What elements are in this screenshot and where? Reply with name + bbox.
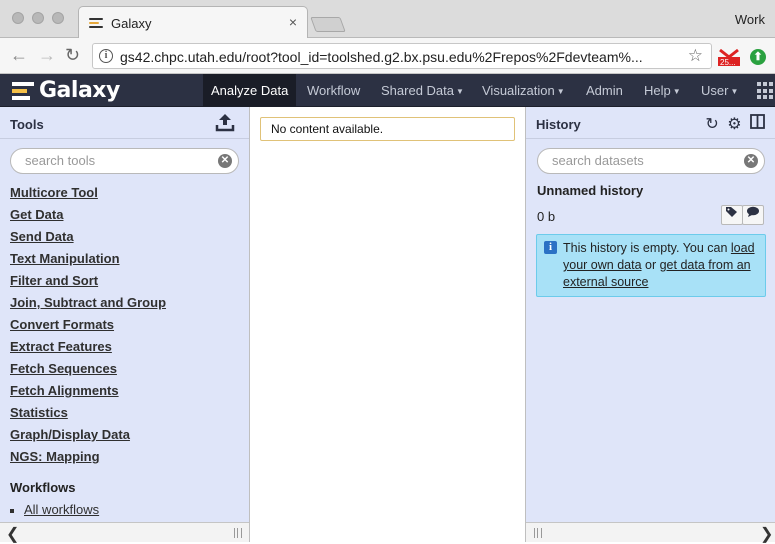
info-icon: i bbox=[544, 241, 557, 254]
scroll-right-icon[interactable]: ❯ bbox=[760, 524, 773, 544]
nav-admin[interactable]: Admin bbox=[578, 74, 631, 107]
tool-section-filter-and-sort[interactable]: Filter and Sort bbox=[10, 270, 166, 292]
tool-section-convert-formats[interactable]: Convert Formats bbox=[10, 314, 166, 336]
gmail-badge-count: 25... bbox=[720, 58, 736, 66]
dataset-search-box: ✕ bbox=[537, 148, 765, 174]
chevron-down-icon: ▼ bbox=[672, 87, 681, 97]
refresh-icon[interactable]: ↻ bbox=[705, 117, 718, 133]
nav-visualization[interactable]: Visualization ▼ bbox=[474, 74, 573, 107]
tool-search-input[interactable] bbox=[25, 153, 205, 168]
galaxy-masthead: Galaxy Analyze Data Workflow Shared Data… bbox=[0, 74, 775, 107]
upload-extension-icon[interactable]: ⬆ bbox=[750, 49, 766, 65]
address-bar[interactable]: i gs42.chpc.utah.edu/root?tool_id=toolsh… bbox=[92, 43, 712, 69]
back-arrow-icon[interactable]: ← bbox=[10, 46, 28, 64]
minimize-window-button[interactable] bbox=[32, 12, 44, 24]
nav-workflow[interactable]: Workflow bbox=[299, 74, 368, 107]
no-content-message: No content available. bbox=[260, 117, 515, 141]
tool-section-multicore-tool[interactable]: Multicore Tool bbox=[10, 182, 166, 204]
history-name[interactable]: Unnamed history bbox=[537, 183, 643, 198]
history-panel: History ↻ ⚙ ✕ Unnamed history 0 b i This… bbox=[525, 107, 775, 544]
chevron-down-icon: ▼ bbox=[456, 87, 464, 97]
all-workflows-link[interactable]: All workflows bbox=[24, 502, 99, 517]
history-size: 0 b bbox=[537, 209, 556, 224]
tool-search-box: ✕ bbox=[10, 148, 239, 174]
tools-title: Tools bbox=[10, 117, 44, 132]
resize-grip-icon[interactable] bbox=[534, 528, 542, 538]
tools-panel: Tools ✕ Multicore Tool Get Data Send Dat… bbox=[0, 107, 250, 544]
center-panel: No content available. bbox=[250, 107, 525, 542]
site-info-icon[interactable]: i bbox=[99, 49, 113, 63]
dataset-search-input[interactable] bbox=[552, 153, 732, 168]
nav-shared-data[interactable]: Shared Data ▼ bbox=[373, 74, 472, 107]
history-title: History bbox=[536, 117, 581, 132]
tool-section-extract-features[interactable]: Extract Features bbox=[10, 336, 166, 358]
history-header: History ↻ ⚙ bbox=[526, 107, 775, 139]
tool-section-fetch-alignments[interactable]: Fetch Alignments bbox=[10, 380, 166, 402]
workflows-heading: Workflows bbox=[10, 480, 76, 495]
tool-section-join-subtract-group[interactable]: Join, Subtract and Group bbox=[10, 292, 166, 314]
comment-icon bbox=[747, 206, 759, 217]
tags-button[interactable] bbox=[721, 205, 743, 225]
galaxy-favicon-icon bbox=[89, 18, 103, 30]
maximize-window-button[interactable] bbox=[52, 12, 64, 24]
nav-user[interactable]: User ▼ bbox=[693, 74, 746, 107]
tools-horizontal-scrollbar[interactable]: ❮ bbox=[0, 522, 249, 544]
profile-name[interactable]: Work bbox=[735, 12, 765, 27]
chevron-down-icon: ▼ bbox=[730, 87, 739, 97]
scroll-left-icon[interactable]: ❮ bbox=[6, 524, 19, 544]
bookmark-star-icon[interactable]: ☆ bbox=[688, 46, 703, 66]
tool-section-send-data[interactable]: Send Data bbox=[10, 226, 166, 248]
browser-titlebar: Galaxy × Work bbox=[0, 0, 775, 39]
tab-close-icon[interactable]: × bbox=[289, 14, 297, 30]
tool-section-get-data[interactable]: Get Data bbox=[10, 204, 166, 226]
empty-history-message: This history is empty. You can load your… bbox=[563, 241, 755, 289]
url-text: gs42.chpc.utah.edu/root?tool_id=toolshed… bbox=[120, 49, 643, 65]
upload-icon[interactable] bbox=[215, 112, 235, 137]
history-actions bbox=[721, 205, 764, 225]
gear-icon[interactable]: ⚙ bbox=[727, 117, 741, 133]
apps-grid-icon[interactable] bbox=[757, 82, 775, 100]
tool-section-graph-display-data[interactable]: Graph/Display Data bbox=[10, 424, 166, 446]
list-item: All workflows bbox=[10, 502, 99, 517]
galaxy-logo-icon bbox=[12, 82, 34, 103]
tool-section-fetch-sequences[interactable]: Fetch Sequences bbox=[10, 358, 166, 380]
reload-icon[interactable]: ↻ bbox=[65, 46, 80, 64]
tool-section-list: Multicore Tool Get Data Send Data Text M… bbox=[10, 182, 166, 468]
gmail-extension-icon[interactable]: 25... bbox=[718, 48, 740, 67]
tool-section-ngs-mapping[interactable]: NGS: Mapping bbox=[10, 446, 166, 468]
tab-title: Galaxy bbox=[111, 16, 152, 31]
forward-arrow-icon[interactable]: → bbox=[38, 46, 56, 64]
nav-analyze-data[interactable]: Analyze Data bbox=[203, 74, 297, 107]
tags-icon bbox=[726, 207, 737, 217]
nav-help[interactable]: Help ▼ bbox=[636, 74, 689, 107]
close-window-button[interactable] bbox=[12, 12, 24, 24]
clear-search-icon[interactable]: ✕ bbox=[218, 154, 232, 168]
annotation-button[interactable] bbox=[742, 205, 764, 225]
browser-tab[interactable]: Galaxy × bbox=[78, 6, 308, 39]
bullet-icon bbox=[10, 508, 14, 513]
brand-name: Galaxy bbox=[39, 78, 120, 103]
tools-header: Tools bbox=[0, 107, 249, 139]
history-horizontal-scrollbar[interactable]: ❯ bbox=[526, 522, 775, 544]
tool-section-text-manipulation[interactable]: Text Manipulation bbox=[10, 248, 166, 270]
chevron-down-icon: ▼ bbox=[556, 87, 565, 97]
empty-history-alert: i This history is empty. You can load yo… bbox=[536, 234, 766, 297]
new-tab-button[interactable] bbox=[310, 17, 346, 32]
resize-grip-icon[interactable] bbox=[234, 528, 242, 538]
columns-icon[interactable] bbox=[750, 114, 765, 133]
clear-search-icon[interactable]: ✕ bbox=[744, 154, 758, 168]
browser-toolbar: ← → ↻ i gs42.chpc.utah.edu/root?tool_id=… bbox=[0, 38, 775, 74]
tool-section-statistics[interactable]: Statistics bbox=[10, 402, 166, 424]
